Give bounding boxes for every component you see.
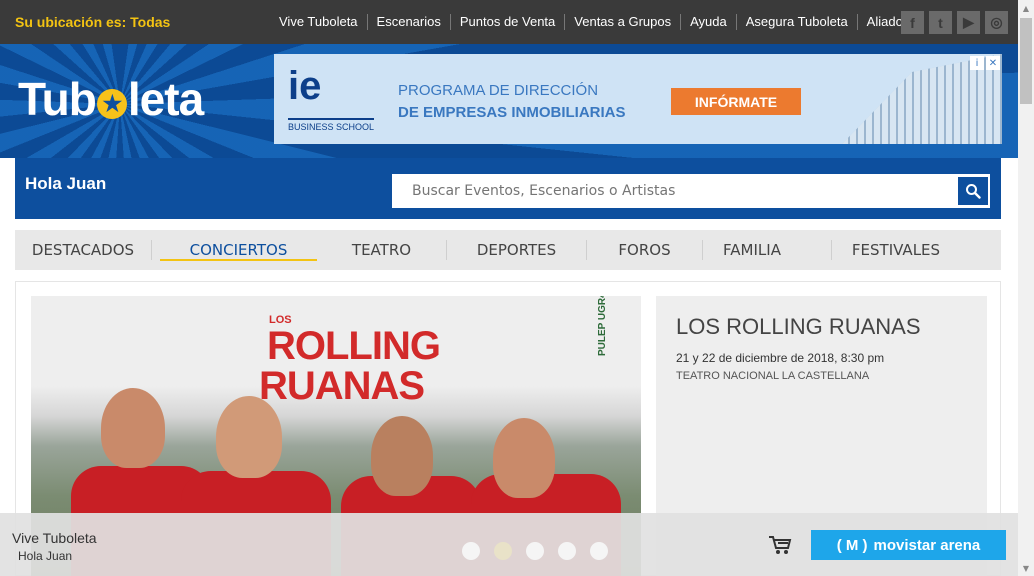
nav-puntos-de-venta[interactable]: Puntos de Venta xyxy=(449,14,564,30)
ad-line-1: PROGRAMA DE DIRECCIÓN xyxy=(398,82,599,99)
sponsor-label: movistar arena xyxy=(873,536,981,554)
poster-pulep-code: PULEP UGR482 xyxy=(597,296,608,356)
ad-close-icon[interactable]: ✕ xyxy=(986,56,1000,70)
star-icon: ★ xyxy=(96,89,127,119)
bottom-bar: Vive Tuboleta Hola Juan ( M ) movistar a… xyxy=(0,513,1018,576)
bottom-bar-user: Hola Juan xyxy=(18,549,73,563)
bottom-bar-title[interactable]: Vive Tuboleta xyxy=(12,530,97,546)
movistar-m-icon: ( M ) xyxy=(836,536,868,554)
category-nav: DESTACADOS CONCIERTOS TEATRO DEPORTES FO… xyxy=(15,230,1001,270)
user-greeting: Hola Juan xyxy=(25,174,107,193)
search-button[interactable] xyxy=(958,177,988,205)
band-member-face xyxy=(216,396,282,478)
scrollbar[interactable]: ▲ ▼ xyxy=(1018,0,1034,576)
ad-brand: ie xyxy=(288,64,322,108)
ad-cta-button[interactable]: INFÓRMATE xyxy=(671,88,801,115)
tab-festivales[interactable]: FESTIVALES xyxy=(832,230,960,270)
tab-teatro[interactable]: TEATRO xyxy=(329,230,434,270)
poster-title-1: ROLLING xyxy=(267,324,441,368)
event-date: 21 y 22 de diciembre de 2018, 8:30 pm xyxy=(676,351,885,365)
carousel-dot[interactable] xyxy=(526,542,544,560)
youtube-icon[interactable]: ▶ xyxy=(957,11,980,34)
ad-info-icon[interactable]: i xyxy=(970,56,984,70)
scroll-up-icon[interactable]: ▲ xyxy=(1018,0,1034,16)
poster-title-2: RUANAS xyxy=(259,364,425,408)
search-icon xyxy=(966,184,981,199)
ad-brand-sub: BUSINESS SCHOOL xyxy=(288,118,375,132)
band-member-face xyxy=(493,418,555,498)
tuboleta-logo[interactable]: Tub ★ leta xyxy=(18,72,204,126)
nav-ventas-a-grupos[interactable]: Ventas a Grupos xyxy=(564,14,680,30)
twitter-icon[interactable]: t xyxy=(929,11,952,34)
nav-ayuda[interactable]: Ayuda xyxy=(680,14,736,30)
ad-banner[interactable]: ie BUSINESS SCHOOL PROGRAMA DE DIRECCIÓN… xyxy=(274,54,1002,144)
top-nav: Vive Tuboleta Escenarios Puntos de Venta… xyxy=(270,12,918,32)
band-member-face xyxy=(101,388,165,468)
nav-asegura-tuboleta[interactable]: Asegura Tuboleta xyxy=(735,14,857,30)
tab-familia[interactable]: FAMILIA xyxy=(703,230,801,270)
scroll-thumb[interactable] xyxy=(1020,18,1032,104)
instagram-icon[interactable]: ◎ xyxy=(985,11,1008,34)
band-member-face xyxy=(371,416,433,496)
carousel-dot[interactable] xyxy=(558,542,576,560)
event-venue: TEATRO NACIONAL LA CASTELLANA xyxy=(676,370,870,382)
social-links: f t ▶ ◎ xyxy=(901,11,1008,34)
nav-vive-tuboleta[interactable]: Vive Tuboleta xyxy=(270,14,367,30)
search-input[interactable] xyxy=(392,174,956,208)
carousel-dots xyxy=(462,542,608,560)
movistar-arena-logo[interactable]: ( M ) movistar arena xyxy=(811,530,1006,560)
top-bar: Su ubicación es: Todas Vive Tuboleta Esc… xyxy=(0,0,1018,44)
search-box xyxy=(392,174,990,208)
facebook-icon[interactable]: f xyxy=(901,11,924,34)
tab-conciertos[interactable]: CONCIERTOS xyxy=(160,230,317,270)
divider xyxy=(151,240,152,260)
ad-controls: i ✕ xyxy=(970,56,1000,70)
search-band: Hola Juan xyxy=(15,158,1001,219)
ad-line-2: DE EMPRESAS INMOBILIARIAS xyxy=(398,104,626,121)
scroll-down-icon[interactable]: ▼ xyxy=(1018,560,1034,576)
carousel-dot-active[interactable] xyxy=(494,542,512,560)
carousel-dot[interactable] xyxy=(462,542,480,560)
tab-deportes[interactable]: DEPORTES xyxy=(447,230,586,270)
nav-escenarios[interactable]: Escenarios xyxy=(366,14,450,30)
event-title[interactable]: LOS ROLLING RUANAS xyxy=(676,314,921,340)
carousel-dot[interactable] xyxy=(590,542,608,560)
location-selector[interactable]: Su ubicación es: Todas xyxy=(15,14,170,30)
site-header: Tub ★ leta ie BUSINESS SCHOOL PROGRAMA DE … xyxy=(0,44,1018,158)
tab-foros[interactable]: FOROS xyxy=(587,230,702,270)
cart-icon[interactable] xyxy=(768,535,792,555)
tab-destacados[interactable]: DESTACADOS xyxy=(15,230,151,270)
